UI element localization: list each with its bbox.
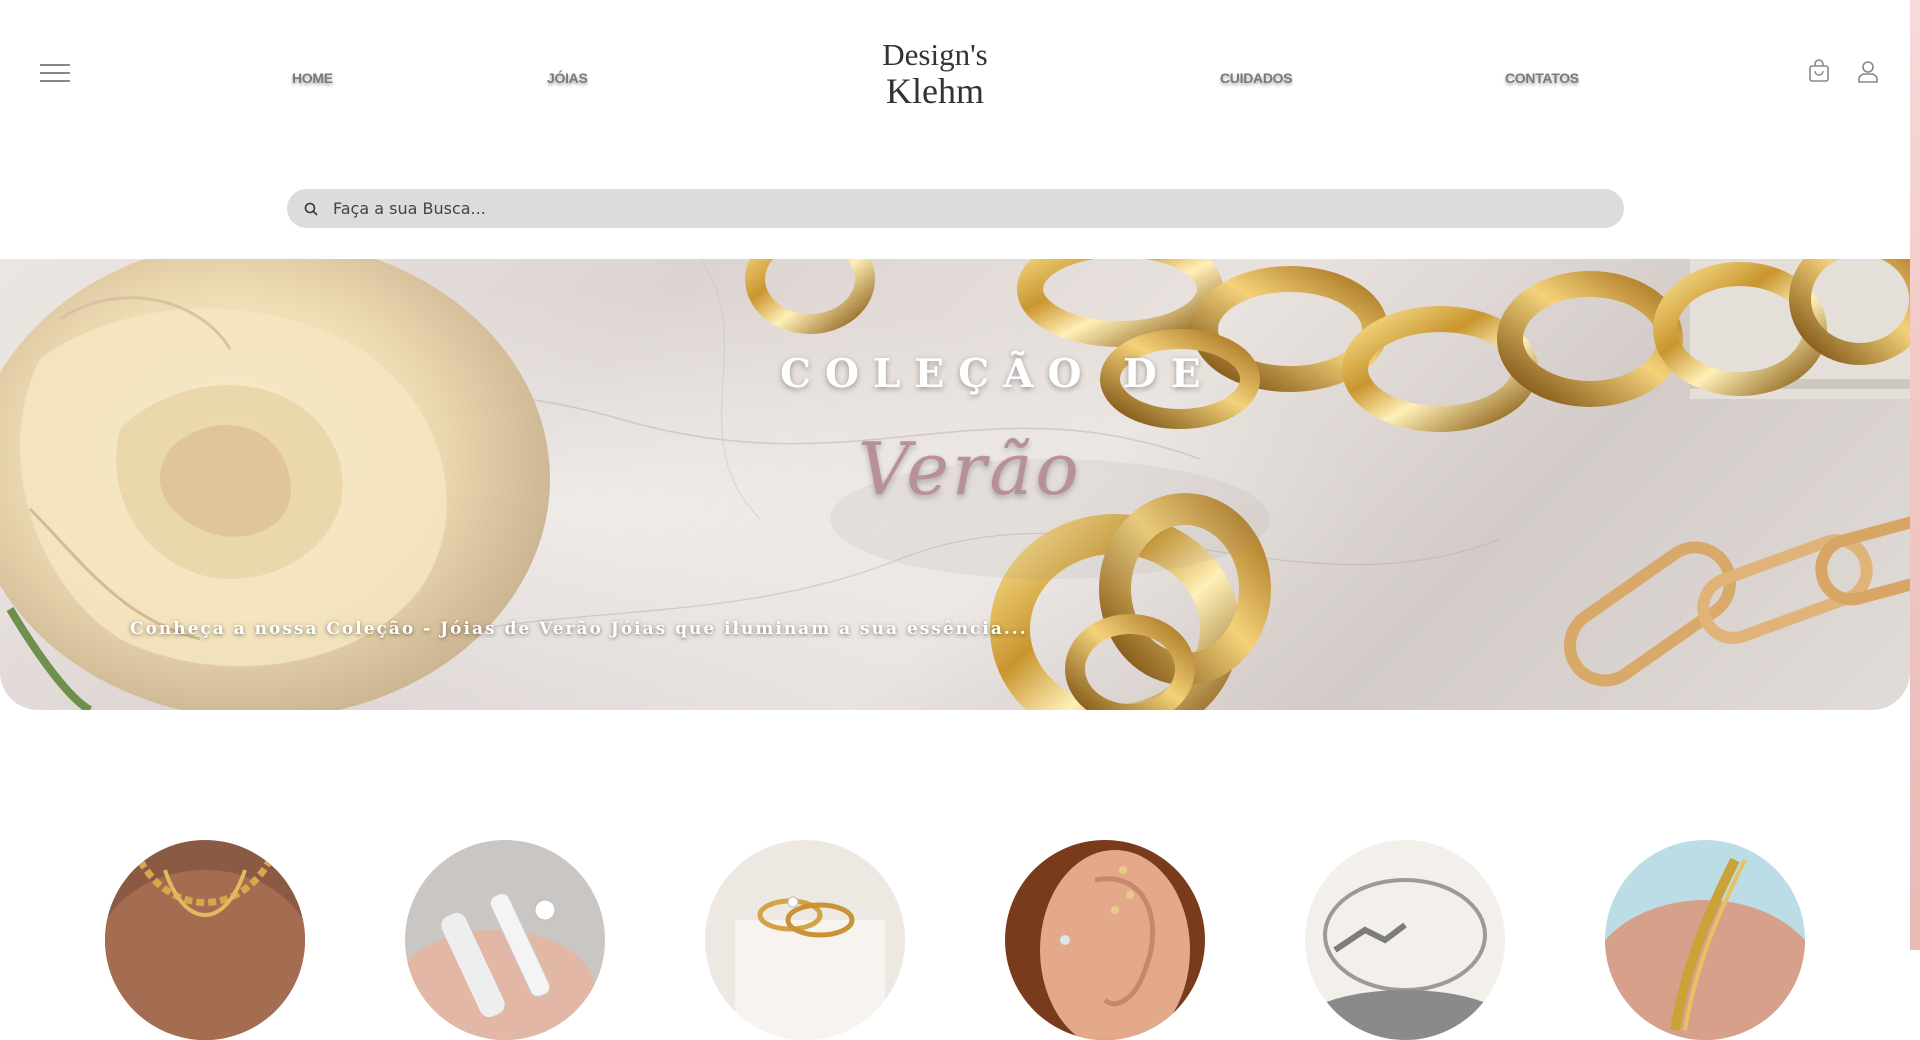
hero-title: COLEÇÃO DE	[780, 351, 1215, 397]
hero-description: Conheça a nossa Coleção - Jóias de Verão…	[130, 619, 1028, 639]
nav-home[interactable]: HOME	[292, 70, 333, 86]
shopping-bag-icon[interactable]	[1806, 58, 1832, 84]
search-input[interactable]	[331, 198, 1535, 219]
bracelet-category-image[interactable]	[1605, 840, 1805, 1040]
right-edge-decoration	[1910, 0, 1920, 950]
site-header: HOME JÓIAS Design's Klehm CUIDADOS CONTA…	[0, 0, 1910, 160]
wedding-rings-category-image[interactable]	[705, 840, 905, 1040]
nav-cuidados[interactable]: CUIDADOS	[1220, 70, 1293, 86]
search-bar[interactable]	[287, 189, 1624, 228]
hero-subtitle: Verão	[858, 427, 1082, 511]
search-icon	[304, 202, 318, 216]
necklace-category-image[interactable]	[105, 840, 305, 1040]
logo-line-1: Design's	[882, 37, 988, 72]
logo-line-2: Klehm	[886, 71, 984, 111]
site-logo[interactable]: Design's Klehm	[860, 37, 1010, 111]
user-icon[interactable]	[1855, 58, 1881, 84]
menu-icon[interactable]	[40, 64, 70, 84]
earrings-category-image[interactable]	[1005, 840, 1205, 1040]
nav-contatos[interactable]: CONTATOS	[1505, 70, 1579, 86]
bangle-category-image[interactable]	[1305, 840, 1505, 1040]
hero-banner[interactable]: COLEÇÃO DE Verão Conheça a nossa Coleção…	[0, 259, 1910, 710]
rings-category-image[interactable]	[405, 840, 605, 1040]
nav-joias[interactable]: JÓIAS	[547, 70, 588, 86]
